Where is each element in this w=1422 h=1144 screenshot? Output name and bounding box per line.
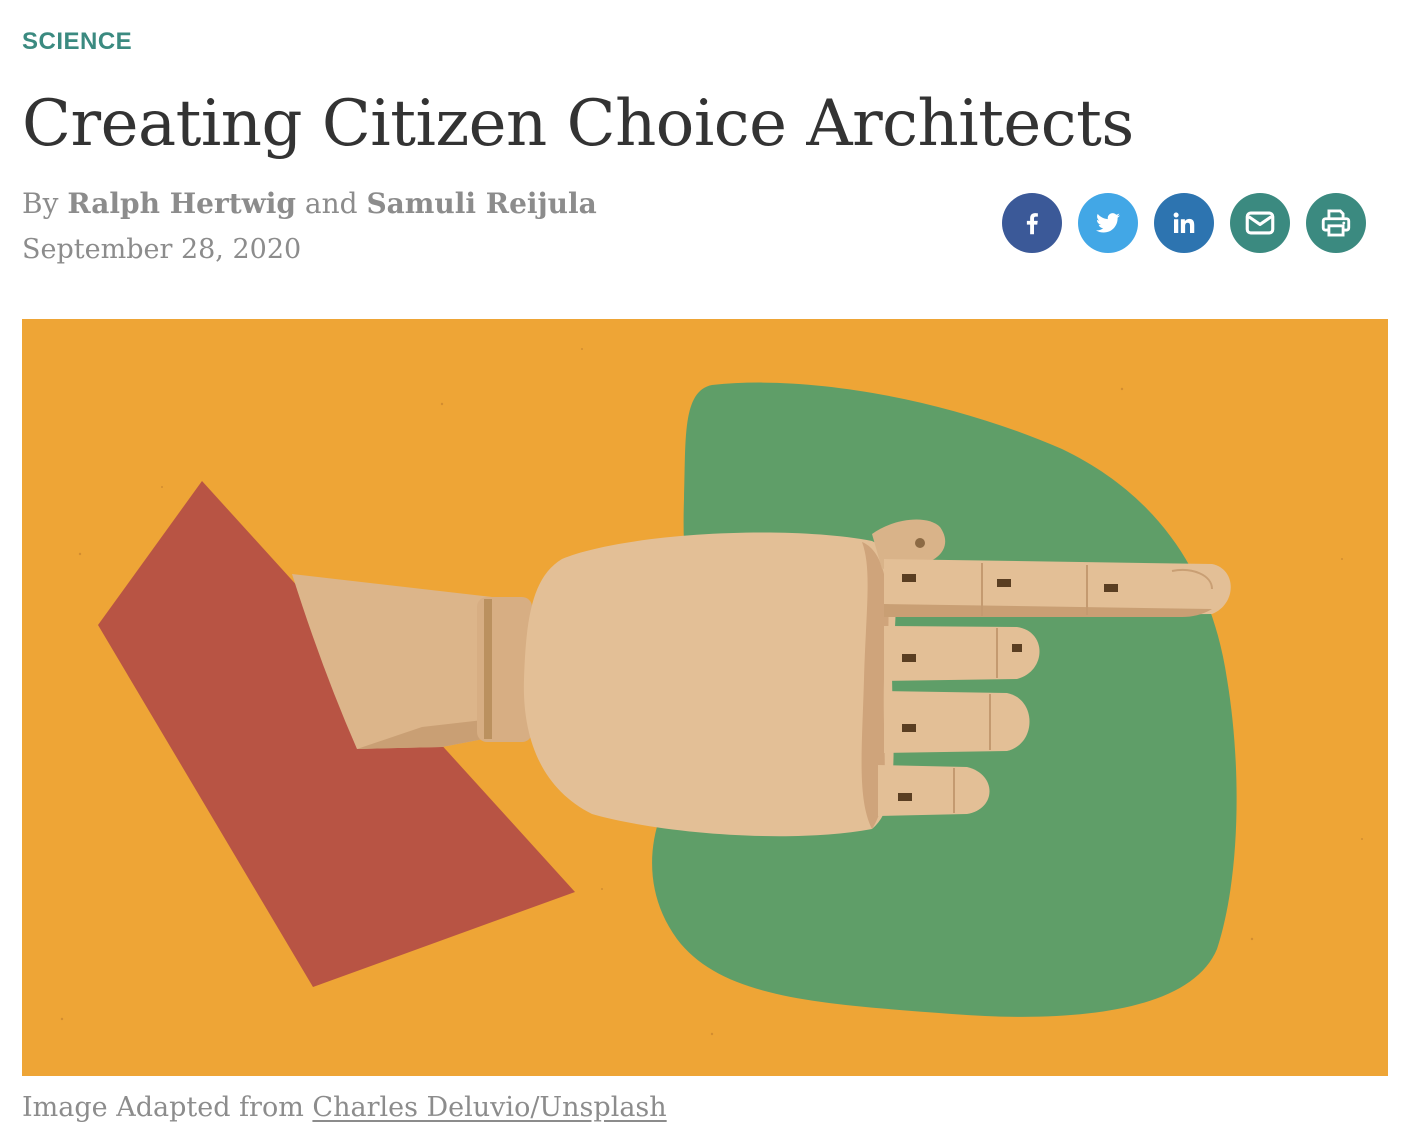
byline: By Ralph Hertwig and Samuli Reijula — [22, 184, 597, 224]
author-link-ralph-hertwig[interactable]: Ralph Hertwig — [67, 187, 296, 220]
caption-credit-link[interactable]: Charles Deluvio/Unsplash — [312, 1092, 666, 1123]
facebook-icon — [1026, 213, 1038, 235]
wooden-palm — [523, 532, 896, 837]
byline-prefix: By — [22, 187, 59, 220]
image-caption: Image Adapted from Charles Deluvio/Unspl… — [22, 1088, 667, 1128]
publish-date: September 28, 2020 — [22, 234, 302, 265]
email-share-button[interactable] — [1230, 193, 1290, 253]
facebook-share-button[interactable] — [1002, 193, 1062, 253]
article-title: Creating Citizen Choice Architects — [22, 87, 1134, 161]
twitter-icon — [1096, 213, 1120, 233]
share-buttons — [1002, 193, 1366, 253]
wooden-hand-illustration — [22, 319, 1388, 1076]
print-icon — [1321, 209, 1351, 237]
print-button[interactable] — [1306, 193, 1366, 253]
linkedin-icon — [1173, 212, 1195, 233]
twitter-share-button[interactable] — [1078, 193, 1138, 253]
caption-prefix: Image Adapted from — [22, 1092, 304, 1123]
linkedin-share-button[interactable] — [1154, 193, 1214, 253]
hero-image — [22, 319, 1388, 1076]
email-icon — [1245, 211, 1275, 235]
author-link-samuli-reijula[interactable]: Samuli Reijula — [366, 187, 596, 220]
byline-conjunction: and — [304, 187, 358, 220]
category-link[interactable]: SCIENCE — [22, 28, 132, 56]
